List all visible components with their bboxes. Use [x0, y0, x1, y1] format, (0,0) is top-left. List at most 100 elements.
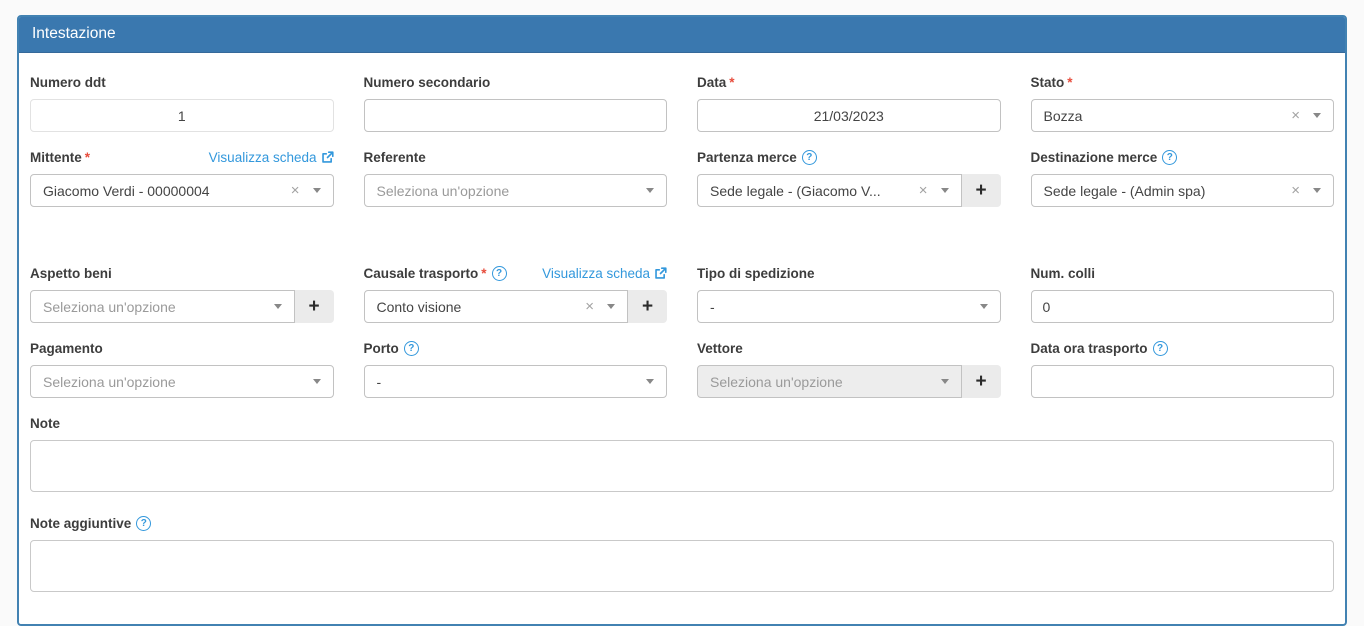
aspetto-beni-label: Aspetto beni	[30, 265, 334, 281]
field-numero-secondario: Numero secondario	[364, 74, 668, 132]
pagamento-select[interactable]: Seleziona un'opzione	[30, 365, 334, 398]
destinazione-merce-label: Destinazione merce ?	[1031, 149, 1335, 165]
tipo-spedizione-label: Tipo di spedizione	[697, 265, 1001, 281]
field-destinazione-merce: Destinazione merce ? Sede legale - (Admi…	[1031, 149, 1335, 207]
note-textarea[interactable]	[30, 440, 1334, 492]
add-vettore-button[interactable]: +	[962, 365, 1001, 398]
field-mittente: Mittente* Visualizza scheda Giacomo Verd…	[30, 149, 334, 207]
numero-ddt-input[interactable]	[30, 99, 334, 132]
add-causale-trasporto-button[interactable]: +	[628, 290, 667, 323]
form-row-3: Aspetto beni Seleziona un'opzione + Caus…	[30, 265, 1334, 323]
field-note: Note	[30, 415, 1334, 497]
add-partenza-merce-button[interactable]: +	[962, 174, 1001, 207]
note-aggiuntive-label: Note aggiuntive ?	[30, 515, 1334, 531]
required-asterisk: *	[729, 75, 734, 90]
form-row-1: Numero ddt Numero secondario Data* Stato…	[30, 74, 1334, 132]
clear-icon[interactable]: ×	[585, 299, 594, 314]
numero-secondario-input[interactable]	[364, 99, 668, 132]
partenza-merce-group: Sede legale - (Giacomo V... × +	[697, 174, 1001, 207]
chevron-down-icon	[1313, 113, 1321, 118]
porto-label: Porto ?	[364, 340, 668, 356]
aspetto-beni-select[interactable]: Seleziona un'opzione	[30, 290, 295, 323]
clear-icon[interactable]: ×	[919, 183, 928, 198]
chevron-down-icon	[941, 188, 949, 193]
help-icon[interactable]: ?	[136, 516, 151, 531]
data-ora-trasporto-input[interactable]	[1031, 365, 1335, 398]
stato-select[interactable]: Bozza ×	[1031, 99, 1335, 132]
form-row-2: Mittente* Visualizza scheda Giacomo Verd…	[30, 149, 1334, 207]
mittente-visualizza-scheda-link[interactable]: Visualizza scheda	[209, 150, 334, 165]
help-icon[interactable]: ?	[1153, 341, 1168, 356]
chevron-down-icon	[941, 379, 949, 384]
required-asterisk: *	[481, 266, 486, 281]
help-icon[interactable]: ?	[492, 266, 507, 281]
causale-visualizza-scheda-link[interactable]: Visualizza scheda	[542, 266, 667, 281]
clear-icon[interactable]: ×	[1291, 183, 1300, 198]
chevron-down-icon	[980, 304, 988, 309]
data-input[interactable]	[697, 99, 1001, 132]
panel-title: Intestazione	[32, 25, 116, 42]
field-aspetto-beni: Aspetto beni Seleziona un'opzione +	[30, 265, 334, 323]
chevron-down-icon	[313, 188, 321, 193]
field-stato: Stato* Bozza ×	[1031, 74, 1335, 132]
pagamento-label: Pagamento	[30, 340, 334, 356]
vettore-label: Vettore	[697, 340, 1001, 356]
chevron-down-icon	[646, 379, 654, 384]
causale-trasporto-group: Conto visione × +	[364, 290, 668, 323]
partenza-merce-label: Partenza merce ?	[697, 149, 1001, 165]
partenza-merce-select[interactable]: Sede legale - (Giacomo V... ×	[697, 174, 962, 207]
note-aggiuntive-textarea[interactable]	[30, 540, 1334, 592]
field-data-ora-trasporto: Data ora trasporto ?	[1031, 340, 1335, 398]
clear-icon[interactable]: ×	[1291, 108, 1300, 123]
tipo-spedizione-select[interactable]: -	[697, 290, 1001, 323]
plus-icon: +	[975, 371, 986, 393]
data-ora-trasporto-label: Data ora trasporto ?	[1031, 340, 1335, 356]
destinazione-merce-select[interactable]: Sede legale - (Admin spa) ×	[1031, 174, 1335, 207]
referente-label: Referente	[364, 149, 668, 165]
intestazione-panel: Intestazione Numero ddt Numero secondari…	[17, 15, 1347, 626]
field-causale-trasporto: Causale trasporto* ? Visualizza scheda C…	[364, 265, 668, 323]
field-numero-ddt: Numero ddt	[30, 74, 334, 132]
add-aspetto-beni-button[interactable]: +	[295, 290, 334, 323]
external-link-icon	[321, 151, 334, 164]
chevron-down-icon	[274, 304, 282, 309]
help-icon[interactable]: ?	[404, 341, 419, 356]
plus-icon: +	[975, 180, 986, 202]
help-icon[interactable]: ?	[1162, 150, 1177, 165]
field-data: Data*	[697, 74, 1001, 132]
mittente-select[interactable]: Giacomo Verdi - 00000004 ×	[30, 174, 334, 207]
chevron-down-icon	[646, 188, 654, 193]
aspetto-beni-group: Seleziona un'opzione +	[30, 290, 334, 323]
vettore-select: Seleziona un'opzione	[697, 365, 962, 398]
referente-select[interactable]: Seleziona un'opzione	[364, 174, 668, 207]
field-note-aggiuntive: Note aggiuntive ?	[30, 515, 1334, 597]
plus-icon: +	[642, 296, 653, 318]
field-vettore: Vettore Seleziona un'opzione +	[697, 340, 1001, 398]
field-pagamento: Pagamento Seleziona un'opzione	[30, 340, 334, 398]
num-colli-label: Num. colli	[1031, 265, 1335, 281]
field-tipo-spedizione: Tipo di spedizione -	[697, 265, 1001, 323]
chevron-down-icon	[1313, 188, 1321, 193]
panel-body: Numero ddt Numero secondario Data* Stato…	[19, 53, 1345, 624]
form-row-4: Pagamento Seleziona un'opzione Porto ? -	[30, 340, 1334, 398]
vettore-group: Seleziona un'opzione +	[697, 365, 1001, 398]
required-asterisk: *	[85, 150, 90, 165]
field-porto: Porto ? -	[364, 340, 668, 398]
field-partenza-merce: Partenza merce ? Sede legale - (Giacomo …	[697, 149, 1001, 207]
porto-select[interactable]: -	[364, 365, 668, 398]
num-colli-input[interactable]	[1031, 290, 1335, 323]
note-label: Note	[30, 415, 1334, 431]
field-referente: Referente Seleziona un'opzione	[364, 149, 668, 207]
panel-header: Intestazione	[19, 17, 1345, 53]
field-num-colli: Num. colli	[1031, 265, 1335, 323]
external-link-icon	[654, 267, 667, 280]
numero-secondario-label: Numero secondario	[364, 74, 668, 90]
data-label: Data*	[697, 74, 1001, 90]
clear-icon[interactable]: ×	[291, 183, 300, 198]
causale-trasporto-select[interactable]: Conto visione ×	[364, 290, 629, 323]
help-icon[interactable]: ?	[802, 150, 817, 165]
chevron-down-icon	[607, 304, 615, 309]
chevron-down-icon	[313, 379, 321, 384]
causale-trasporto-label: Causale trasporto* ? Visualizza scheda	[364, 265, 668, 281]
stato-label: Stato*	[1031, 74, 1335, 90]
